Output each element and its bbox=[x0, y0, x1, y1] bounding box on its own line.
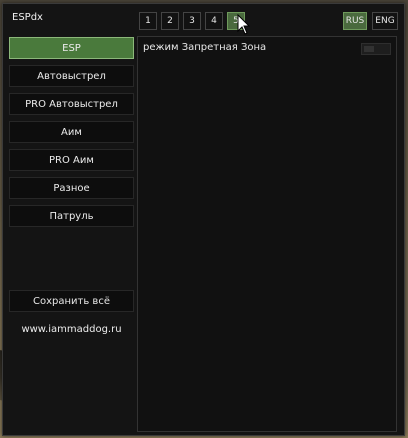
sidebar-item-pro-aim[interactable]: PRO Аим bbox=[9, 149, 134, 171]
page-tab-3[interactable]: 3 bbox=[183, 12, 201, 30]
language-rus-button[interactable]: RUS bbox=[343, 12, 367, 30]
sidebar: ESP Автовыстрел PRO Автовыстрел Аим PRO … bbox=[9, 37, 134, 233]
sidebar-item-aim[interactable]: Аим bbox=[9, 121, 134, 143]
save-all-button[interactable]: Сохранить всё bbox=[9, 290, 134, 312]
page-tab-2[interactable]: 2 bbox=[161, 12, 179, 30]
mouse-cursor-icon bbox=[237, 14, 251, 35]
sidebar-item-esp[interactable]: ESP bbox=[9, 37, 134, 59]
sidebar-item-autoshoot[interactable]: Автовыстрел bbox=[9, 65, 134, 87]
page-tabs: 1 2 3 4 5 bbox=[139, 12, 245, 30]
sidebar-item-patrol[interactable]: Патруль bbox=[9, 205, 134, 227]
page-tab-4[interactable]: 4 bbox=[205, 12, 223, 30]
restricted-zone-toggle[interactable] bbox=[361, 43, 391, 55]
restricted-zone-label: режим Запретная Зона bbox=[143, 42, 267, 53]
page-tab-1[interactable]: 1 bbox=[139, 12, 157, 30]
content-panel: режим Запретная Зона bbox=[137, 36, 397, 432]
window-title: ESPdx bbox=[12, 12, 43, 23]
sidebar-item-misc[interactable]: Разное bbox=[9, 177, 134, 199]
toggle-knob bbox=[364, 46, 374, 52]
language-eng-button[interactable]: ENG bbox=[372, 12, 398, 30]
website-link[interactable]: www.iammaddog.ru bbox=[9, 318, 134, 340]
sidebar-item-pro-autoshoot[interactable]: PRO Автовыстрел bbox=[9, 93, 134, 115]
cheat-menu-window: ESPdx 1 2 3 4 5 RUS ENG ESP Автовыстрел … bbox=[2, 3, 405, 436]
